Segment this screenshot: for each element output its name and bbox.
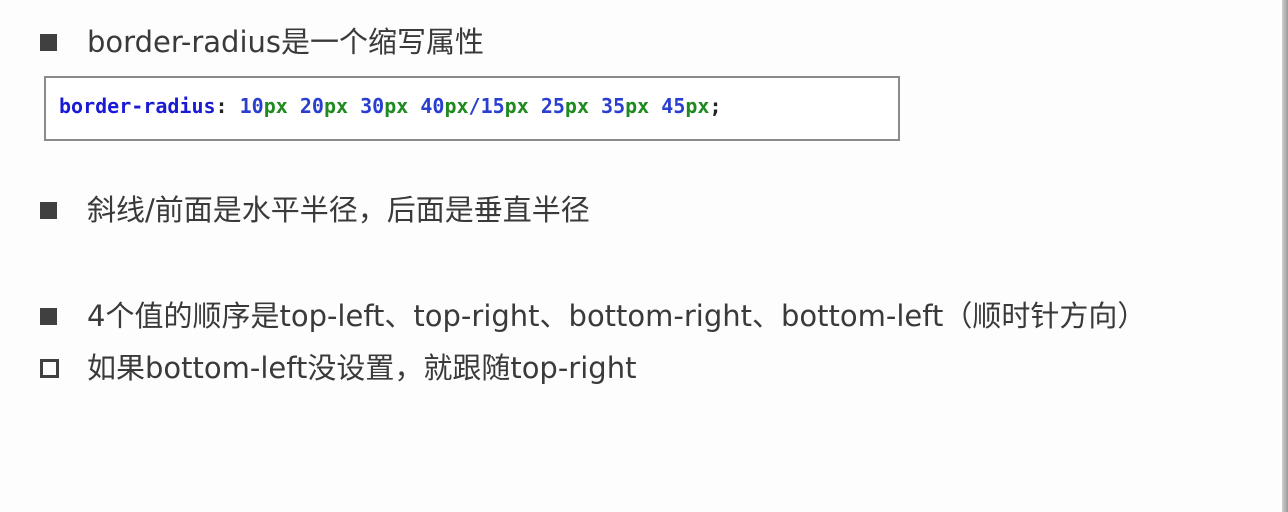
code-unit: px (625, 94, 650, 118)
code-unit: px (263, 94, 288, 118)
bullet-item-slash: 斜线/前面是水平半径，后面是垂直半径 (40, 192, 590, 228)
code-unit: px (564, 94, 589, 118)
code-number: 25 (540, 94, 565, 118)
code-unit: px (323, 94, 349, 118)
code-unit: px (444, 94, 469, 118)
code-number: 15 (480, 94, 505, 118)
bullet-item-order: 4个值的顺序是top-left、top-right、bottom-right、b… (40, 298, 1146, 334)
code-unit: px (384, 94, 409, 118)
code-slash: / (468, 94, 481, 118)
code-number: 35 (601, 94, 626, 118)
code-line: border-radius: 10px 20px 30px 40px/15px … (59, 92, 722, 120)
square-bullet-icon (40, 307, 57, 325)
window-edge (1282, 0, 1288, 512)
bullet-item-shorthand: border-radius是一个缩写属性 (40, 24, 484, 60)
code-number: 40 (420, 94, 445, 118)
code-number: 30 (360, 94, 385, 118)
code-property: border-radius (59, 94, 216, 118)
bullet-item-fallback: 如果bottom-left没设置，就跟随top-right (40, 350, 636, 386)
code-unit: px (504, 94, 529, 118)
code-number: 20 (299, 94, 324, 118)
bullet-text: 4个值的顺序是top-left、top-right、bottom-right、b… (87, 299, 1147, 333)
square-bullet-icon (40, 33, 57, 51)
code-number: 10 (239, 94, 264, 118)
code-semicolon: ; (709, 94, 722, 118)
bullet-text: 如果bottom-left没设置，就跟随top-right (87, 351, 637, 385)
square-bullet-icon (40, 201, 57, 219)
bullet-text: 斜线/前面是水平半径，后面是垂直半径 (87, 193, 590, 227)
code-block: border-radius: 10px 20px 30px 40px/15px … (44, 76, 900, 141)
code-unit: px (685, 94, 710, 118)
hollow-square-bullet-icon (40, 358, 59, 378)
code-colon: : (215, 94, 228, 118)
code-number: 45 (661, 94, 686, 118)
bullet-text: border-radius是一个缩写属性 (87, 25, 484, 59)
